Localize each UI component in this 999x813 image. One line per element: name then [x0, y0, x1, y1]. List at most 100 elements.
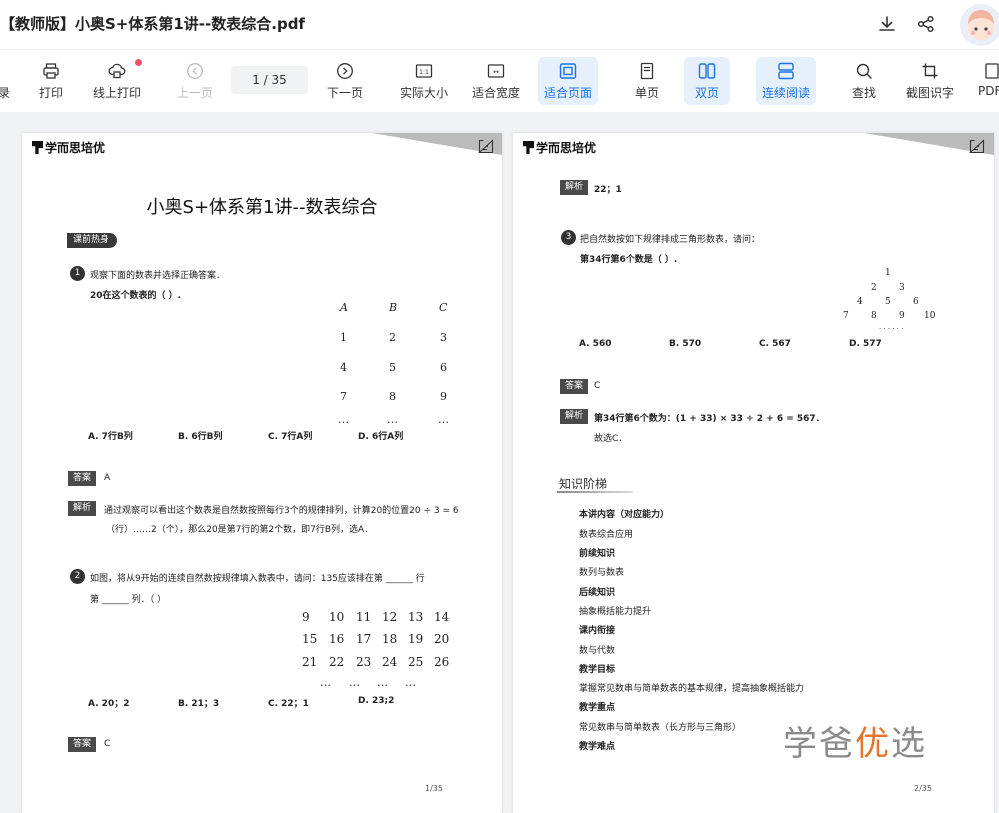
continuous-reading-label: 连续阅读 — [761, 86, 810, 100]
knowledge-line: 数表综合应用 — [579, 530, 634, 540]
watermark-text: 学爸 — [783, 724, 855, 764]
table-cell: 12 — [382, 610, 398, 624]
question-number: 1 — [70, 266, 85, 281]
download-icon[interactable] — [877, 14, 897, 34]
printer-icon — [43, 63, 59, 79]
answer-tag: 答案 — [68, 737, 97, 752]
prev-page-button[interactable]: 上一页 — [170, 57, 220, 105]
watermark-logo: 学爸优选 — [783, 716, 927, 765]
fit-width-icon-text: ↔ — [493, 68, 499, 76]
fit-width-button[interactable]: ↔ 适合宽度 — [466, 57, 526, 105]
fit-width-icon: ↔ — [487, 64, 505, 78]
screenshot-ocr-button[interactable]: 截图识字 — [901, 57, 959, 105]
pdf-convert-button[interactable]: PDF — [972, 57, 999, 105]
table-cell: 14 — [434, 610, 450, 624]
analysis-tag: 解析 — [68, 501, 97, 516]
page-number-input[interactable]: 1 / 35 — [231, 66, 308, 94]
table-header: B — [389, 301, 398, 314]
next-page-button[interactable]: 下一页 — [320, 57, 370, 105]
avatar[interactable] — [960, 4, 999, 46]
knowledge-line: 数与代数 — [579, 646, 616, 656]
option-d: D. 23;2 — [358, 696, 395, 706]
table-cell: 15 — [302, 632, 318, 646]
screenshot-ocr-label: 截图识字 — [905, 86, 954, 100]
page-number-footer: 1/35 — [425, 784, 443, 793]
table-cell: 6 — [440, 361, 447, 374]
table-cell: … — [338, 413, 349, 426]
answer-value: C — [104, 739, 111, 749]
single-page-label: 单页 — [634, 86, 659, 100]
knowledge-ladder-heading: 知识阶梯 — [556, 477, 634, 493]
triangle-cell: 7 — [843, 311, 849, 321]
triangle-ellipsis: . . . . . . — [879, 323, 904, 331]
triangle-cell: 9 — [899, 311, 905, 321]
actual-size-button[interactable]: 1:1 实际大小 — [394, 57, 454, 105]
knowledge-line: 教学难点 — [579, 742, 616, 752]
option-c: C. 22；1 — [268, 699, 309, 709]
knowledge-line: 数列与数表 — [579, 568, 625, 578]
analysis-text: 第34行第6个数为：(1 + 33) × 33 ÷ 2 + 6 = 567． — [594, 414, 825, 424]
triangle-cell: 4 — [857, 297, 863, 307]
double-page-button[interactable]: 双页 — [684, 57, 730, 105]
knowledge-line: 教学重点 — [579, 703, 616, 713]
answer-tag: 答案 — [560, 379, 589, 394]
table-cell: 19 — [408, 632, 424, 646]
continuous-reading-button[interactable]: 连续阅读 — [756, 57, 816, 105]
question-text: 观察下面的数表并选择正确答案． — [90, 271, 226, 281]
fit-page-button[interactable]: 适合页面 — [538, 57, 598, 105]
section-tag-warmup: 课前热身 — [67, 233, 118, 248]
table-cell: … — [387, 413, 398, 426]
table-cell: … — [405, 676, 416, 689]
option-a: A. 560 — [579, 339, 612, 349]
table-cell: 21 — [302, 655, 318, 669]
directory-button[interactable]: 录 — [0, 57, 10, 105]
actual-size-label: 实际大小 — [399, 86, 448, 100]
print-button[interactable]: 打印 — [30, 57, 72, 105]
actual-size-icon: 1:1 — [415, 64, 433, 78]
analysis-tag: 解析 — [560, 409, 589, 424]
print-label: 打印 — [38, 86, 63, 100]
search-icon — [856, 63, 872, 79]
option-c: C. 567 — [759, 339, 791, 349]
table-cell: 4 — [340, 361, 347, 374]
answer-value: C — [594, 381, 601, 391]
book-icon — [969, 139, 985, 154]
brand-name: 学而思培优 — [45, 141, 106, 155]
table-cell: 9 — [440, 390, 447, 403]
page-title: 小奥S+体系第1讲--数表综合 — [146, 197, 378, 218]
table-cell: 1 — [340, 331, 347, 344]
question-number: 2 — [70, 569, 85, 584]
analysis-text: 故选C． — [594, 434, 628, 444]
option-a: A. 7行B列 — [88, 432, 133, 442]
document-viewer[interactable]: 学而思培优 小奥S+体系第1讲--数表综合 课前热身 1 观察下面的数表并选择正… — [0, 112, 999, 813]
brand-mark-icon — [32, 141, 43, 154]
analysis-text: 22；1 — [594, 185, 622, 195]
triangle-cell: 6 — [913, 297, 919, 307]
option-d: D. 6行A列 — [358, 432, 404, 442]
table-cell: 16 — [329, 632, 345, 646]
analysis-tag: 解析 — [560, 180, 589, 195]
crop-icon — [922, 63, 938, 79]
triangle-cell: 3 — [899, 283, 905, 293]
cloud-print-icon — [108, 63, 126, 79]
triangle-cell: 1 — [885, 268, 891, 278]
watermark-text: 选 — [891, 724, 927, 764]
pdf-convert-label: PDF — [978, 84, 999, 98]
pdf-page-1: 学而思培优 小奥S+体系第1讲--数表综合 课前热身 1 观察下面的数表并选择正… — [22, 133, 502, 813]
analysis-text: （行）……2（个），那么20是第7行的第2个数，即7行B列，选A． — [106, 525, 374, 535]
pdf-convert-icon — [985, 63, 999, 79]
table-cell: 20 — [434, 632, 450, 646]
book-icon — [478, 139, 494, 154]
option-c: C. 7行A列 — [268, 432, 313, 442]
table-cell: 13 — [408, 610, 424, 624]
share-icon[interactable] — [916, 14, 936, 34]
double-page-icon — [698, 63, 716, 79]
title-bar: 【教师版】小奥S+体系第1讲--数表综合.pdf — [0, 0, 999, 50]
single-page-icon — [640, 62, 654, 80]
pdf-page-2: 学而思培优 解析 22；1 3 把自然数按如下规律排成三角形数表，请问： 第34… — [513, 133, 994, 813]
triangle-cell: 8 — [871, 311, 877, 321]
find-button[interactable]: 查找 — [843, 57, 885, 105]
option-a: A. 20；2 — [88, 699, 130, 709]
triangle-cell: 2 — [871, 283, 877, 293]
single-page-button[interactable]: 单页 — [626, 57, 668, 105]
